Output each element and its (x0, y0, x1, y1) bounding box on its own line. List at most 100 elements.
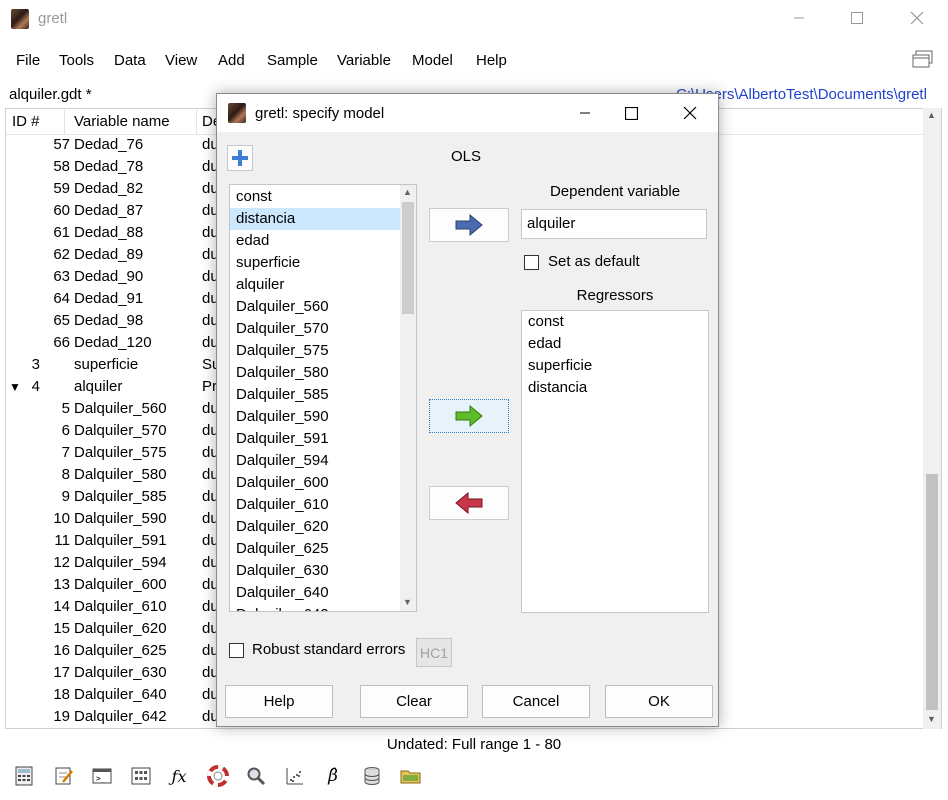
menu-data[interactable]: Data (114, 52, 146, 69)
list-item[interactable]: Dalquiler_625 (230, 538, 402, 560)
help-button[interactable]: Help (225, 685, 333, 718)
variable-id: 5 (61, 400, 70, 417)
list-item[interactable]: Dalquiler_591 (230, 428, 402, 450)
menu-bar: File Tools Data View Add Sample Variable… (0, 48, 948, 76)
variable-id: 59 (53, 180, 70, 197)
list-item[interactable]: Dalquiler_640 (230, 582, 402, 604)
list-item[interactable]: edad (528, 335, 561, 352)
hc-variant-button[interactable]: HC1 (416, 638, 452, 667)
variable-name: Dalquiler_642 (74, 708, 167, 725)
list-item[interactable]: Dalquiler_580 (230, 362, 402, 384)
right-arrow-icon (455, 405, 483, 427)
clear-button[interactable]: Clear (360, 685, 468, 718)
variable-name: Dalquiler_570 (74, 422, 167, 439)
regressors-list[interactable]: const edad superficie distancia (521, 310, 709, 613)
list-item[interactable]: Dalquiler_570 (230, 318, 402, 340)
available-variables-scrollbar[interactable]: ▲ ▼ (400, 185, 416, 611)
help-lifebuoy-icon[interactable] (206, 764, 230, 788)
variable-list-scrollbar[interactable]: ▲ ▼ (923, 108, 941, 729)
minimize-button[interactable] (776, 0, 822, 36)
close-button[interactable] (894, 0, 940, 36)
variable-id: 61 (53, 224, 70, 241)
variable-id: 60 (53, 202, 70, 219)
dialog-minimize-button[interactable] (562, 95, 608, 131)
set-dependent-button[interactable] (429, 208, 509, 242)
windows-list-icon[interactable] (912, 50, 934, 70)
variable-name: Dedad_90 (74, 268, 144, 285)
scrollbar-thumb[interactable] (402, 202, 414, 314)
variable-id: 8 (61, 466, 70, 483)
list-item[interactable]: superficie (528, 357, 592, 374)
menu-sample[interactable]: Sample (267, 52, 318, 69)
regressors-label: Regressors (576, 287, 654, 304)
notepad-icon[interactable] (52, 764, 76, 788)
column-variable-name[interactable]: Variable name (74, 113, 170, 130)
list-item[interactable]: Dalquiler_575 (230, 340, 402, 362)
list-item[interactable]: Dalquiler_630 (230, 560, 402, 582)
gretl-app-icon (11, 9, 29, 29)
set-default-checkbox[interactable] (524, 255, 539, 270)
list-item[interactable]: Dalquiler_642 (230, 604, 402, 611)
scroll-up-arrow-icon[interactable]: ▲ (403, 187, 412, 197)
dependent-variable-field[interactable]: alquiler (521, 209, 707, 239)
plot-icon[interactable] (283, 764, 307, 788)
menu-variable[interactable]: Variable (337, 52, 391, 69)
left-arrow-icon (455, 492, 483, 514)
robust-errors-label: Robust standard errors (252, 641, 406, 658)
scroll-down-arrow-icon[interactable]: ▼ (403, 597, 412, 607)
calculator-icon[interactable] (12, 764, 36, 788)
available-variables-list[interactable]: const distancia edad superficie alquiler Dalq… (229, 184, 417, 612)
variable-name: Dedad_91 (74, 290, 144, 307)
list-item[interactable]: edad (230, 230, 402, 252)
add-regressor-button[interactable] (429, 399, 509, 433)
database-icon[interactable] (360, 764, 384, 788)
variable-id: 13 (53, 576, 70, 593)
list-item[interactable]: Dalquiler_610 (230, 494, 402, 516)
menu-view[interactable]: View (165, 52, 197, 69)
session-icon[interactable] (129, 764, 153, 788)
menu-tools[interactable]: Tools (59, 52, 94, 69)
dialog-maximize-button[interactable] (608, 95, 654, 131)
list-item[interactable]: distancia (528, 379, 587, 396)
column-divider (196, 109, 197, 135)
scrollbar-thumb[interactable] (926, 474, 938, 710)
list-item[interactable]: Dalquiler_620 (230, 516, 402, 538)
menu-add[interactable]: Add (218, 52, 245, 69)
variable-id: 66 (53, 334, 70, 351)
list-item[interactable]: Dalquiler_585 (230, 384, 402, 406)
variable-id: 65 (53, 312, 70, 329)
list-item[interactable]: Dalquiler_560 (230, 296, 402, 318)
remove-regressor-button[interactable] (429, 486, 509, 520)
menu-file[interactable]: File (16, 52, 40, 69)
ok-button[interactable]: OK (605, 685, 713, 718)
robust-errors-checkbox[interactable] (229, 643, 244, 658)
menu-model[interactable]: Model (412, 52, 453, 69)
list-item[interactable]: alquiler (230, 274, 402, 296)
add-variable-button[interactable] (227, 145, 253, 171)
variable-name: Dalquiler_594 (74, 554, 167, 571)
variable-id: 18 (53, 686, 70, 703)
magnifier-icon[interactable] (244, 764, 268, 788)
list-item[interactable]: distancia (230, 208, 402, 230)
cancel-button[interactable]: Cancel (482, 685, 590, 718)
console-icon[interactable]: >_ (90, 764, 114, 788)
list-item[interactable]: Dalquiler_590 (230, 406, 402, 428)
list-item[interactable]: const (528, 313, 564, 330)
dialog-title-bar: gretl: specify model (217, 94, 718, 132)
maximize-button[interactable] (834, 0, 880, 36)
list-item[interactable]: const (230, 186, 402, 208)
list-item[interactable]: Dalquiler_600 (230, 472, 402, 494)
beta-hat-icon[interactable]: β̂ (321, 764, 345, 788)
dialog-close-button[interactable] (667, 95, 713, 131)
variable-name: alquiler (74, 378, 123, 395)
scroll-up-arrow-icon[interactable]: ▲ (927, 110, 936, 120)
folder-icon[interactable] (399, 764, 423, 788)
column-id[interactable]: ID # (12, 113, 40, 130)
column-divider (64, 109, 65, 135)
menu-help[interactable]: Help (476, 52, 507, 69)
scroll-down-arrow-icon[interactable]: ▼ (927, 714, 936, 724)
list-item[interactable]: superficie (230, 252, 402, 274)
function-icon[interactable]: ƒx (167, 764, 191, 788)
list-item[interactable]: Dalquiler_594 (230, 450, 402, 472)
variable-name: Dedad_87 (74, 202, 144, 219)
